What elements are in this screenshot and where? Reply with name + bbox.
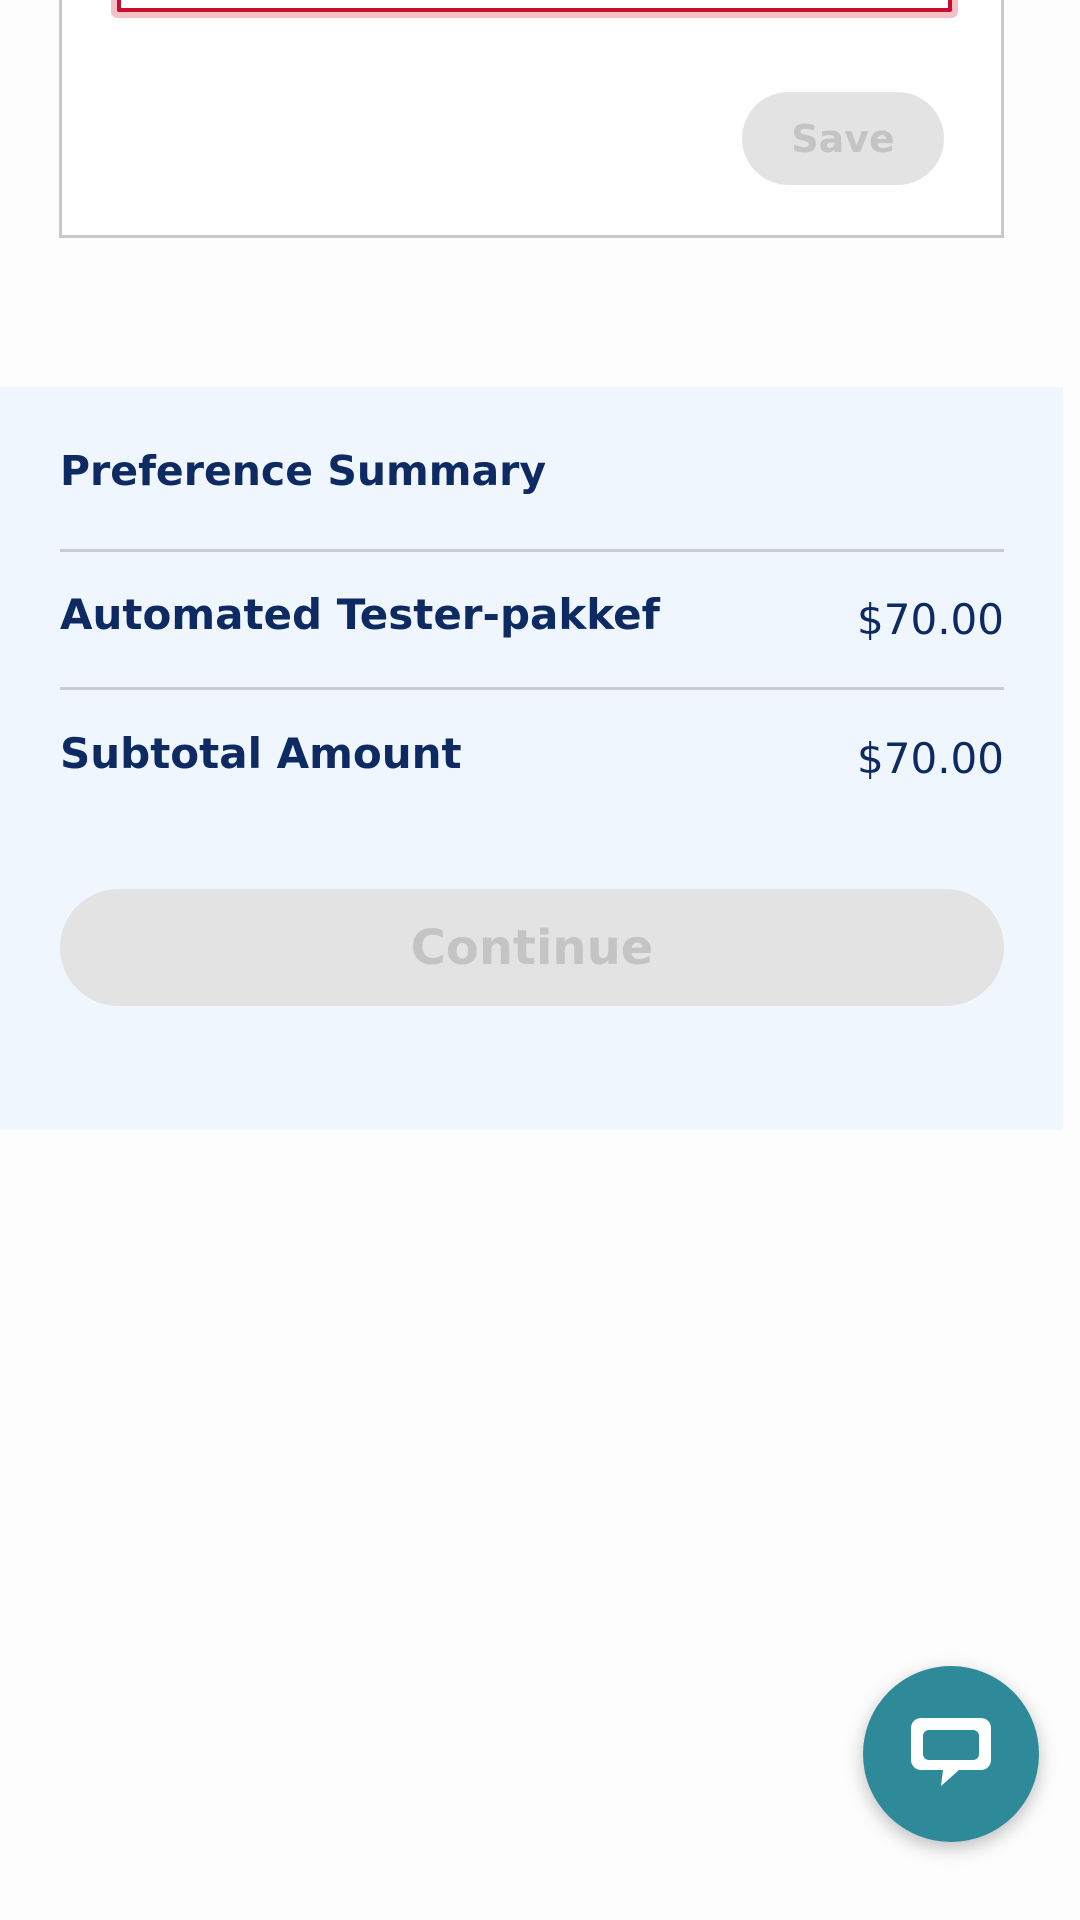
form-card: Save: [59, 0, 1004, 238]
chat-bubble-icon: [911, 1718, 991, 1786]
divider: [60, 549, 1004, 552]
subtotal-price: $70.00: [857, 734, 1004, 783]
divider: [60, 687, 1004, 690]
chat-button[interactable]: [863, 1666, 1039, 1842]
error-text-field[interactable]: [117, 0, 952, 12]
page: Save Preference Summary Automated Tester…: [0, 0, 1080, 1920]
item-price: $70.00: [857, 595, 1004, 644]
save-button[interactable]: Save: [742, 92, 944, 185]
summary-title: Preference Summary: [60, 447, 547, 495]
continue-button[interactable]: Continue: [60, 889, 1004, 1006]
item-label: Automated Tester-pakkef: [60, 590, 660, 639]
subtotal-label: Subtotal Amount: [60, 729, 462, 778]
preference-summary-panel: Preference Summary Automated Tester-pakk…: [0, 387, 1063, 1130]
